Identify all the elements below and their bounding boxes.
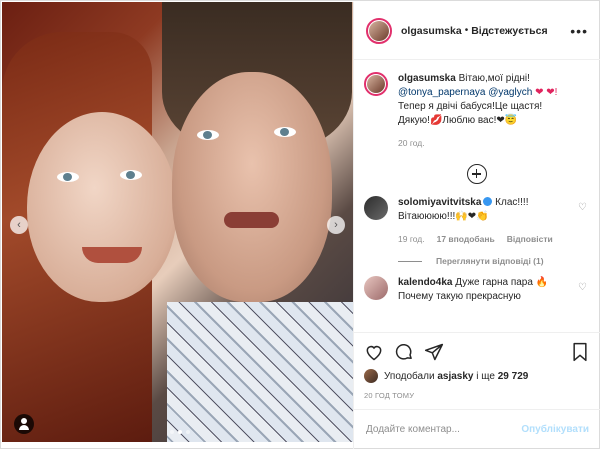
- comment-input[interactable]: [366, 424, 522, 435]
- next-photo-button[interactable]: ›: [327, 216, 345, 234]
- comment-item: solomiyavitvitska Клас!!!! Вітаюююю!!!🙌❤…: [364, 196, 589, 246]
- action-bar: Уподобали asjasky і ще 29 729 20 ГОД ТОМ…: [354, 332, 600, 400]
- photo-mouth: [82, 247, 142, 263]
- photo-mouth: [224, 212, 279, 228]
- mention-link[interactable]: @yaglych: [488, 87, 532, 98]
- caption-username[interactable]: olgasumska: [398, 73, 456, 84]
- commenter-username[interactable]: kalendo4ka: [398, 277, 452, 288]
- likes-count[interactable]: 29 729: [498, 371, 529, 382]
- tagged-users-icon[interactable]: [14, 414, 34, 434]
- publish-button[interactable]: Опублікувати: [521, 424, 589, 435]
- caption-emoji: ❤ ❤!: [535, 87, 558, 98]
- commenter-username[interactable]: solomiyavitvitska: [398, 197, 481, 208]
- comment-likes[interactable]: 17 вподобань: [437, 232, 495, 246]
- likes-summary[interactable]: Уподобали asjasky і ще 29 729: [364, 369, 589, 383]
- comment-text: Клас!!!!: [495, 197, 529, 208]
- comment-icon[interactable]: [394, 342, 414, 362]
- photo-eye: [120, 170, 142, 180]
- commenter-avatar[interactable]: [364, 196, 388, 220]
- view-replies-label: Переглянути відповіді (1): [436, 256, 544, 266]
- header-separator: •: [464, 25, 469, 36]
- instagram-post-modal: ‹ › olgasumska • Відстежується ••• olgas…: [0, 0, 600, 449]
- comment-text: Почему такую прекрасную: [398, 291, 521, 302]
- likes-middle: і ще: [476, 370, 495, 382]
- photo-face-woman: [27, 112, 177, 302]
- previous-photo-button[interactable]: ‹: [10, 216, 28, 234]
- carousel-indicator: [170, 430, 190, 434]
- carousel-dot: [186, 430, 190, 434]
- comment-like-icon[interactable]: ♡: [578, 202, 587, 213]
- view-replies-button[interactable]: Переглянути відповіді (1): [398, 256, 589, 266]
- photo-eye: [57, 172, 79, 182]
- photo-face-man: [172, 72, 332, 302]
- author-avatar[interactable]: [366, 17, 392, 44]
- load-more-comments-icon[interactable]: [466, 164, 487, 184]
- post-photo[interactable]: ‹ ›: [2, 2, 353, 442]
- post-header: olgasumska • Відстежується •••: [354, 2, 600, 60]
- photo-eye: [197, 130, 219, 140]
- commenter-avatar[interactable]: [364, 276, 388, 300]
- carousel-dot: [170, 430, 174, 434]
- carousel-dot-active: [178, 430, 182, 434]
- post-sidebar: olgasumska • Відстежується ••• olgasumsk…: [353, 2, 600, 449]
- mention-link[interactable]: @tonya_papernaya: [398, 87, 485, 98]
- comment-item: kalendo4ka Дуже гарна пара 🔥 Почему таку…: [364, 276, 589, 304]
- more-options-icon[interactable]: •••: [570, 23, 588, 39]
- following-button[interactable]: Відстежується: [471, 25, 547, 37]
- author-avatar[interactable]: [364, 72, 388, 96]
- caption-time: 20 год.: [398, 138, 425, 148]
- comments-list[interactable]: olgasumska Вітаю,мої рідні! @tonya_paper…: [354, 60, 600, 332]
- add-comment-bar: Опублікувати: [354, 409, 600, 449]
- comment-text: Вітаюююю!!!🙌❤👏: [398, 211, 489, 222]
- reply-button[interactable]: Відповісти: [507, 232, 553, 246]
- comment-like-icon[interactable]: ♡: [578, 282, 587, 293]
- likes-prefix: Уподобали: [384, 370, 435, 382]
- verified-badge-icon: [483, 197, 493, 206]
- heart-icon[interactable]: [364, 342, 384, 362]
- liker-avatar: [364, 369, 378, 383]
- caption-text: Тепер я двічі бабуся!Це щастя!: [398, 101, 543, 112]
- replies-line: [398, 260, 422, 262]
- caption-text: Дякую!💋Люблю вас!❤😇: [398, 115, 518, 126]
- photo-eye: [274, 127, 296, 137]
- caption-text: Вітаю,мої рідні!: [458, 73, 530, 84]
- post-timestamp: 20 ГОД ТОМУ: [364, 391, 415, 400]
- bookmark-icon[interactable]: [571, 342, 589, 362]
- photo-shirt: [167, 302, 353, 442]
- caption: olgasumska Вітаю,мої рідні! @tonya_paper…: [364, 72, 589, 150]
- share-icon[interactable]: [424, 342, 444, 362]
- liker-username[interactable]: asjasky: [437, 371, 473, 382]
- comment-text: Дуже гарна пара 🔥: [455, 277, 549, 288]
- author-username[interactable]: olgasumska: [401, 25, 462, 37]
- comment-time: 19 год.: [398, 234, 425, 244]
